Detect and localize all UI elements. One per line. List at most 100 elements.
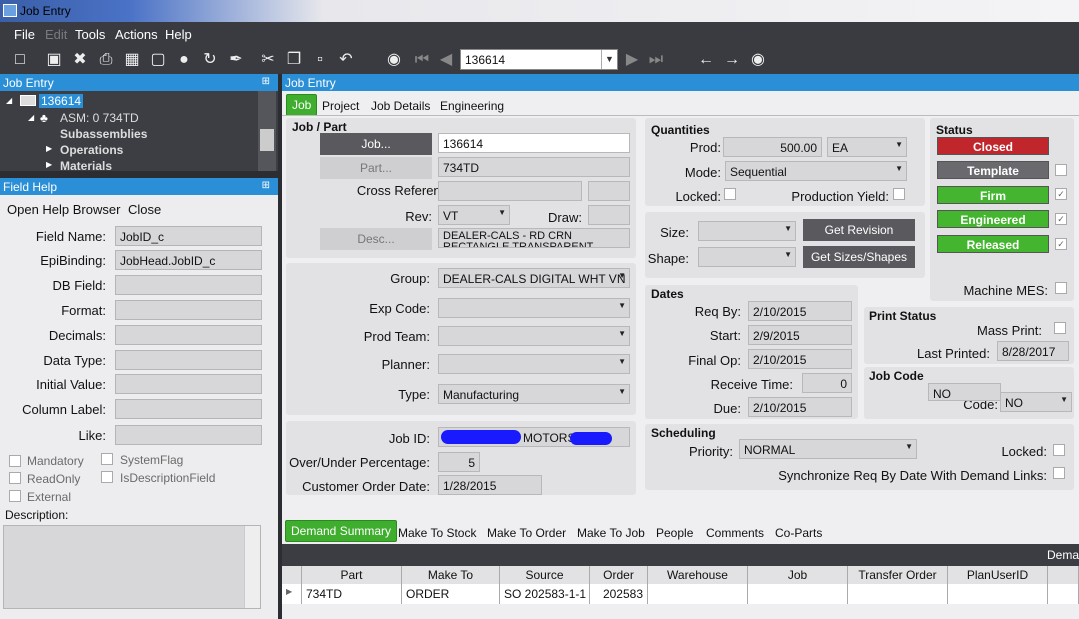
search-icon[interactable]: ◉ (384, 50, 404, 70)
locked-checkbox[interactable] (724, 188, 736, 200)
expand-icon[interactable]: ▶ (46, 160, 52, 169)
grid-header-order[interactable]: Order (590, 566, 648, 584)
tab-engineering[interactable]: Engineering (440, 99, 504, 113)
cross-reference-extra[interactable] (588, 181, 630, 201)
exp-code-select[interactable]: ▼ (438, 298, 630, 318)
mode-select[interactable]: Sequential ▼ (725, 161, 907, 181)
part-input[interactable]: 734TD (438, 157, 630, 177)
req-by-input[interactable]: 2/10/2015 (748, 301, 852, 321)
prev-record-icon[interactable]: ◀ (436, 50, 456, 70)
first-record-icon[interactable]: ⏮ (412, 50, 432, 70)
tree-materials[interactable]: Materials (60, 159, 112, 173)
description-scrollbar[interactable] (244, 526, 260, 608)
closed-status-button[interactable]: Closed (937, 137, 1049, 155)
tree-subassemblies[interactable]: Subassemblies (60, 127, 147, 141)
undo-icon[interactable]: ↶ (336, 50, 356, 70)
final-op-input[interactable]: 2/10/2015 (748, 349, 852, 369)
rev-select[interactable]: VT ▼ (438, 205, 510, 225)
grid-header-part[interactable]: Part (302, 566, 402, 584)
tab-make-to-job[interactable]: Make To Job (577, 526, 645, 540)
grid-cell-order[interactable]: 202583 (590, 584, 648, 604)
format-value[interactable] (115, 300, 262, 320)
grid-header-warehouse[interactable]: Warehouse (648, 566, 748, 584)
grid-header-planuserid[interactable]: PlanUserID (948, 566, 1048, 584)
grid-cell-warehouse[interactable] (648, 584, 748, 604)
engineered-status-button[interactable]: Engineered (937, 210, 1049, 228)
desc-button[interactable]: Desc... (320, 228, 432, 250)
job-button[interactable]: Job... (320, 133, 432, 155)
cross-reference-input[interactable] (438, 181, 582, 201)
description-input[interactable]: DEALER-CALS - RD CRN RECTANGLE TRANSPARE… (438, 228, 630, 248)
initial-value-value[interactable] (115, 374, 262, 394)
priority-select[interactable]: NORMAL ▼ (739, 439, 917, 459)
delete-icon[interactable]: ✖ (70, 50, 90, 70)
chevron-down-icon[interactable]: ▼ (895, 140, 903, 149)
column-label-value[interactable] (115, 399, 262, 419)
engineered-checkbox[interactable]: ✓ (1055, 213, 1067, 225)
isdescription-checkbox[interactable] (101, 471, 113, 483)
copy-icon[interactable]: ❐ (284, 50, 304, 70)
readonly-checkbox[interactable] (9, 472, 21, 484)
due-input[interactable]: 2/10/2015 (748, 397, 852, 417)
tab-project[interactable]: Project (322, 99, 359, 113)
menu-file[interactable]: File (14, 27, 35, 42)
new-icon[interactable]: □ (10, 50, 30, 70)
grid-cell-transfer-order[interactable] (848, 584, 948, 604)
cut-icon[interactable]: ✂ (258, 50, 278, 70)
last-printed-input[interactable]: 8/28/2017 (997, 341, 1069, 361)
tab-people[interactable]: People (656, 526, 693, 540)
scheduling-locked-checkbox[interactable] (1053, 444, 1065, 456)
pin-icon[interactable]: ⊞ (262, 180, 270, 191)
last-record-icon[interactable]: ⏭ (646, 50, 666, 70)
group-select[interactable]: DEALER-CALS DIGITAL WHT VN ▼ (438, 268, 630, 288)
close-button[interactable]: Close (128, 202, 161, 217)
save-icon[interactable]: ▣ (44, 50, 64, 70)
grid-header-job[interactable]: Job (748, 566, 848, 584)
tab-co-parts[interactable]: Co-Parts (775, 526, 822, 540)
chevron-down-icon[interactable]: ▼ (1060, 395, 1068, 404)
tab-comments[interactable]: Comments (706, 526, 764, 540)
chevron-down-icon[interactable]: ▼ (618, 271, 626, 280)
draw-input[interactable] (588, 205, 630, 225)
data-type-value[interactable] (115, 350, 262, 370)
back-icon[interactable]: ← (696, 50, 716, 70)
job-input[interactable]: 136614 (438, 133, 630, 153)
comment-icon[interactable]: ● (174, 50, 194, 70)
chevron-down-icon[interactable]: ▼ (895, 164, 903, 173)
firm-status-button[interactable]: Firm (937, 186, 1049, 204)
external-checkbox[interactable] (9, 490, 21, 502)
shape-select[interactable]: ▼ (698, 247, 796, 267)
template-checkbox[interactable] (1055, 164, 1067, 176)
tree-operations[interactable]: Operations (60, 143, 123, 157)
type-select[interactable]: Manufacturing ▼ (438, 384, 630, 404)
home-icon[interactable]: ◉ (748, 50, 768, 70)
chevron-down-icon[interactable]: ▼ (498, 208, 506, 217)
next-record-icon[interactable]: ▶ (622, 50, 642, 70)
systemflag-checkbox[interactable] (101, 453, 113, 465)
grid-cell-extra[interactable] (1048, 584, 1079, 604)
chevron-down-icon[interactable]: ▼ (618, 301, 626, 310)
over-under-input[interactable]: 5 (438, 452, 480, 472)
chevron-down-icon[interactable]: ▼ (618, 357, 626, 366)
expand-icon[interactable]: ▶ (46, 144, 52, 153)
template-status-button[interactable]: Template (937, 161, 1049, 179)
grid-cell-source[interactable]: SO 202583-1-1 (500, 584, 590, 604)
tab-job-details[interactable]: Job Details (371, 99, 430, 113)
grid-cell-job[interactable] (748, 584, 848, 604)
collapse-icon[interactable]: ◢ (28, 113, 34, 122)
print-icon[interactable]: ⎙ (96, 50, 116, 70)
prod-team-select[interactable]: ▼ (438, 326, 630, 346)
field-name-value[interactable]: JobID_c (115, 226, 262, 246)
db-field-value[interactable] (115, 275, 262, 295)
code-select[interactable]: NO ▼ (1000, 392, 1072, 412)
firm-checkbox[interactable]: ✓ (1055, 188, 1067, 200)
chevron-down-icon[interactable]: ▼ (601, 50, 617, 69)
open-help-browser-button[interactable]: Open Help Browser (7, 202, 120, 217)
get-sizes-shapes-button[interactable]: Get Sizes/Shapes (803, 246, 915, 268)
grid-icon[interactable]: ▦ (122, 50, 142, 70)
mandatory-checkbox[interactable] (9, 455, 21, 467)
chevron-down-icon[interactable]: ▼ (784, 224, 792, 233)
pin-icon[interactable]: ⊞ (262, 76, 270, 87)
grid-cell-planuserid[interactable] (948, 584, 1048, 604)
paste-icon[interactable]: ▫ (310, 50, 330, 70)
